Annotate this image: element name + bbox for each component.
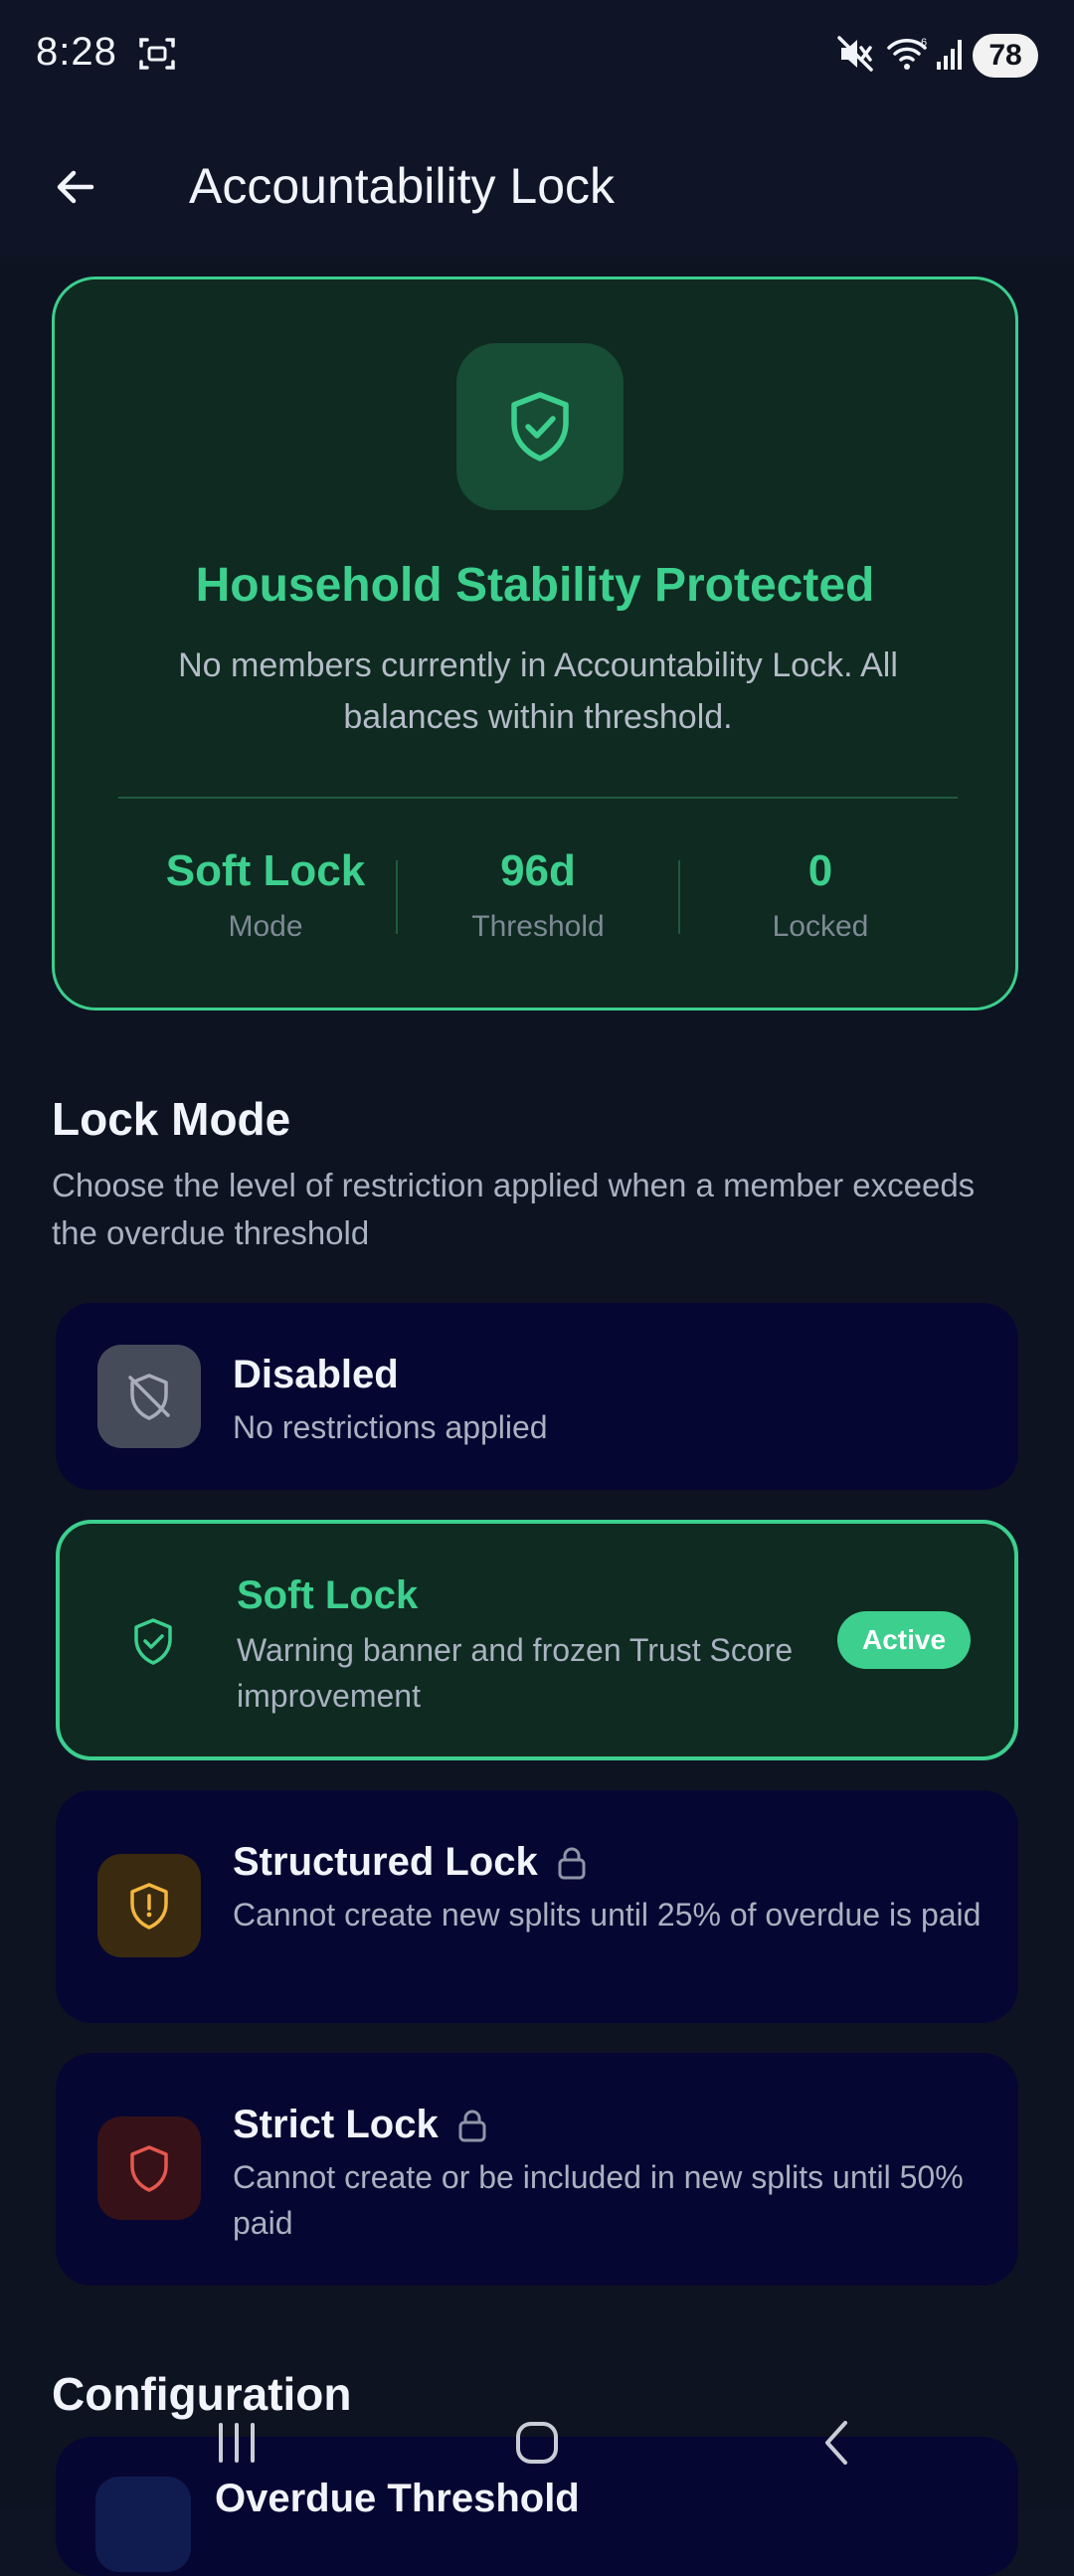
signal-icon [935,34,967,79]
mode-description: Warning banner and frozen Trust Score im… [237,1632,794,1714]
system-nav-bar [0,2413,1074,2473]
mode-icon-box [97,2116,201,2220]
shield-icon [130,2145,168,2192]
recents-button[interactable] [197,2413,276,2473]
hero-icon-box [456,343,624,510]
lock-option-structured-lock[interactable]: Structured Lock Cannot create new splits… [56,1790,1018,2023]
screenshot-icon [137,34,177,79]
stat-locked: 0 Locked [681,846,960,944]
config-item-label: Overdue Threshold [215,2477,580,2520]
lock-option-disabled[interactable]: Disabled No restrictions applied [56,1303,1018,1490]
stat-value: 96d [500,846,576,895]
mute-icon [837,34,873,79]
stat-separator [678,860,680,934]
section-title-lock-mode: Lock Mode [52,1093,291,1145]
stat-value: 0 [807,846,833,895]
chevron-left-icon [825,2421,847,2465]
mode-title: Soft Lock [237,1573,418,1618]
lock-icon [558,1847,586,1879]
mode-title: Structured Lock [233,1840,588,1885]
mode-icon-box [97,1345,201,1448]
battery-indicator: 78 [973,34,1038,78]
divider [118,797,958,799]
status-time: 8:28 [36,30,117,74]
config-icon-box [95,2477,191,2572]
lock-icon [458,2110,486,2141]
mode-icon-box [97,1854,201,1957]
status-bar: 8:28 6 78 [0,0,1074,119]
mode-title-text: Disabled [233,1353,399,1396]
stat-label: Locked [772,910,869,943]
mode-description: Cannot create new splits until 25% of ov… [233,1897,982,1932]
shield-check-icon [511,392,569,461]
home-icon [516,2422,558,2464]
mode-title-text: Soft Lock [237,1573,419,1617]
page-title: Accountability Lock [189,158,616,214]
mode-icon-box [101,1589,205,1693]
hero-subtitle: No members currently in Accountability L… [178,646,898,736]
wifi-icon: 6 [885,34,929,79]
shield-check-icon [134,1618,172,1665]
back-button[interactable] [44,155,107,219]
svg-text:6: 6 [921,37,927,49]
home-button[interactable] [497,2413,577,2473]
section-description: Choose the level of restriction applied … [52,1167,976,1251]
mode-description: No restrictions applied [233,1409,548,1445]
stat-label: Threshold [471,910,605,943]
stat-mode: Soft Lock Mode [126,846,405,944]
status-card: Household Stability Protected No members… [52,276,1018,1011]
stat-separator [396,860,398,934]
recents-icon [219,2423,255,2463]
mode-title: Disabled [233,1353,399,1397]
active-badge: Active [837,1611,971,1669]
lock-option-strict-lock[interactable]: Strict Lock Cannot create or be included… [56,2053,1018,2286]
mode-title-text: Structured Lock [233,1840,538,1884]
system-back-button[interactable] [798,2413,877,2473]
shield-alert-icon [130,1883,168,1930]
mode-title-text: Strict Lock [233,2103,439,2146]
mode-title: Strict Lock [233,2103,488,2147]
arrow-left-icon [57,170,94,204]
hero-title: Household Stability Protected [195,559,875,612]
stat-label: Mode [228,910,303,943]
app-bar: Accountability Lock [0,119,1074,257]
mode-description: Cannot create or be included in new spli… [233,2159,964,2241]
stat-threshold: 96d Threshold [399,846,677,944]
stat-value: Soft Lock [165,846,366,895]
lock-option-soft-lock[interactable]: Soft Lock Warning banner and frozen Trus… [56,1520,1018,1760]
shield-off-icon [128,1374,170,1420]
